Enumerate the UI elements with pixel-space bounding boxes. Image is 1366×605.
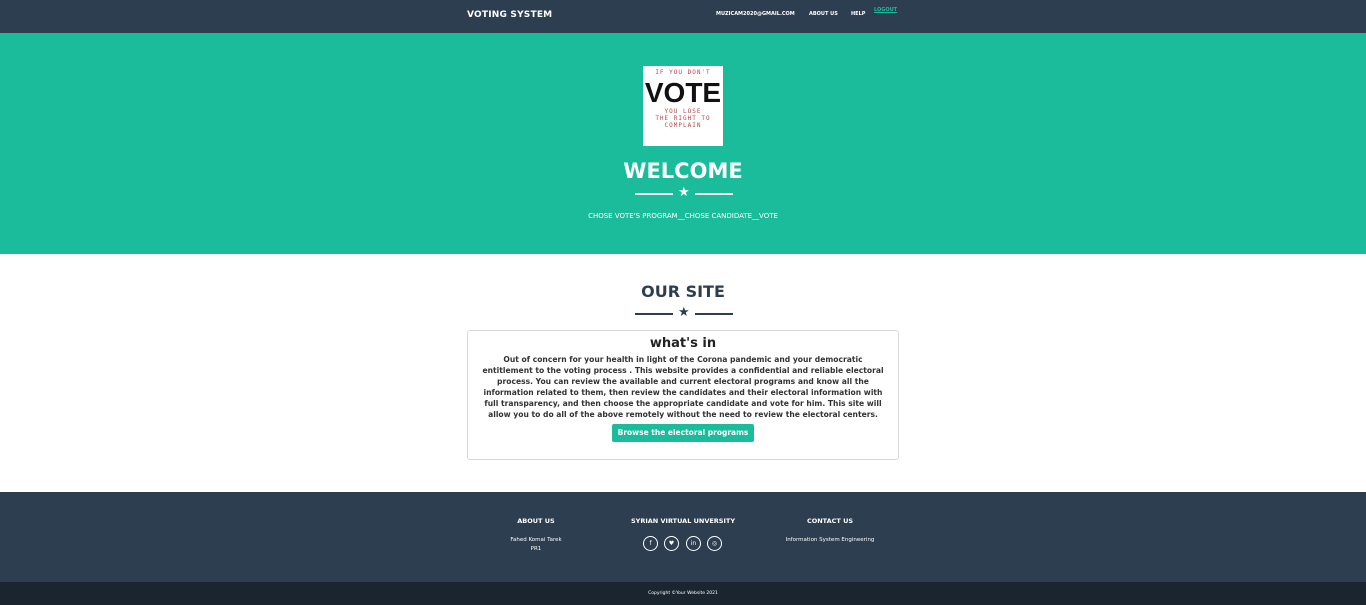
info-card: what's in Out of concern for your health… — [467, 330, 899, 460]
divider-line — [695, 193, 733, 195]
dribbble-icon[interactable]: ◎ — [707, 536, 722, 551]
star-icon: ★ — [678, 185, 690, 200]
footer-about-title: ABOUT US — [517, 517, 555, 525]
masthead-divider: ★ — [635, 185, 733, 200]
section-divider: ★ — [635, 305, 733, 320]
browse-programs-button[interactable]: Browse the electoral programs — [611, 424, 755, 443]
nav-help-link[interactable]: HELP — [851, 11, 865, 17]
nav-email-link[interactable]: MUZICAM2020@GMAIL.COM — [716, 11, 795, 17]
footer-contact-text: Information System Engineering — [785, 537, 875, 543]
footer-contact-title: CONTACT US — [806, 517, 854, 525]
card-text: Out of concern for your health in light … — [482, 355, 884, 419]
masthead: IF YOU DON'T VOTE YOU LOSE THE RIGHT TO … — [0, 33, 1366, 254]
footer-university-title: SYRIAN VIRTUAL UNVERSITY — [630, 517, 736, 525]
masthead-title: WELCOME — [623, 159, 743, 183]
divider-line — [695, 313, 733, 315]
vote-logo-image: IF YOU DON'T VOTE YOU LOSE THE RIGHT TO … — [643, 66, 723, 146]
logo-line-4: THE RIGHT TO — [655, 115, 711, 122]
linkedin-icon[interactable]: in — [686, 536, 701, 551]
footer: ABOUT US Fahed Komai Tarek PR1 SYRIAN VI… — [0, 492, 1366, 582]
twitter-icon[interactable]: ♥ — [664, 536, 679, 551]
card-title: what's in — [649, 336, 717, 351]
footer-about-name: Fahed Komai Tarek — [510, 537, 562, 543]
footer-about-sub: PR1 — [530, 546, 542, 552]
logo-line-5: COMPLAIN — [664, 122, 702, 129]
facebook-icon[interactable]: f — [643, 536, 658, 551]
divider-line — [635, 193, 673, 195]
logout-link[interactable]: LOGOUT — [874, 7, 897, 13]
logo-line-1: IF YOU DON'T — [655, 69, 711, 76]
brand-link[interactable]: VOTING SYSTEM — [467, 10, 552, 20]
section-title: OUR SITE — [641, 282, 725, 301]
logo-line-2: VOTE — [644, 77, 722, 108]
star-icon: ★ — [678, 305, 690, 320]
navbar: VOTING SYSTEM MUZICAM2020@GMAIL.COM ABOU… — [0, 0, 1366, 33]
masthead-tagline: CHOSE VOTE'S PROGRAM__CHOSE CANDIDATE__V… — [588, 212, 778, 220]
divider-line — [635, 313, 673, 315]
nav-about-link[interactable]: ABOUT US — [809, 11, 838, 17]
footer-about-text: Fahed Komai Tarek PR1 — [486, 536, 586, 554]
copyright-bar: Copyright ©Your Website 2021 — [0, 582, 1366, 605]
logo-line-3: YOU LOSE — [664, 108, 702, 115]
